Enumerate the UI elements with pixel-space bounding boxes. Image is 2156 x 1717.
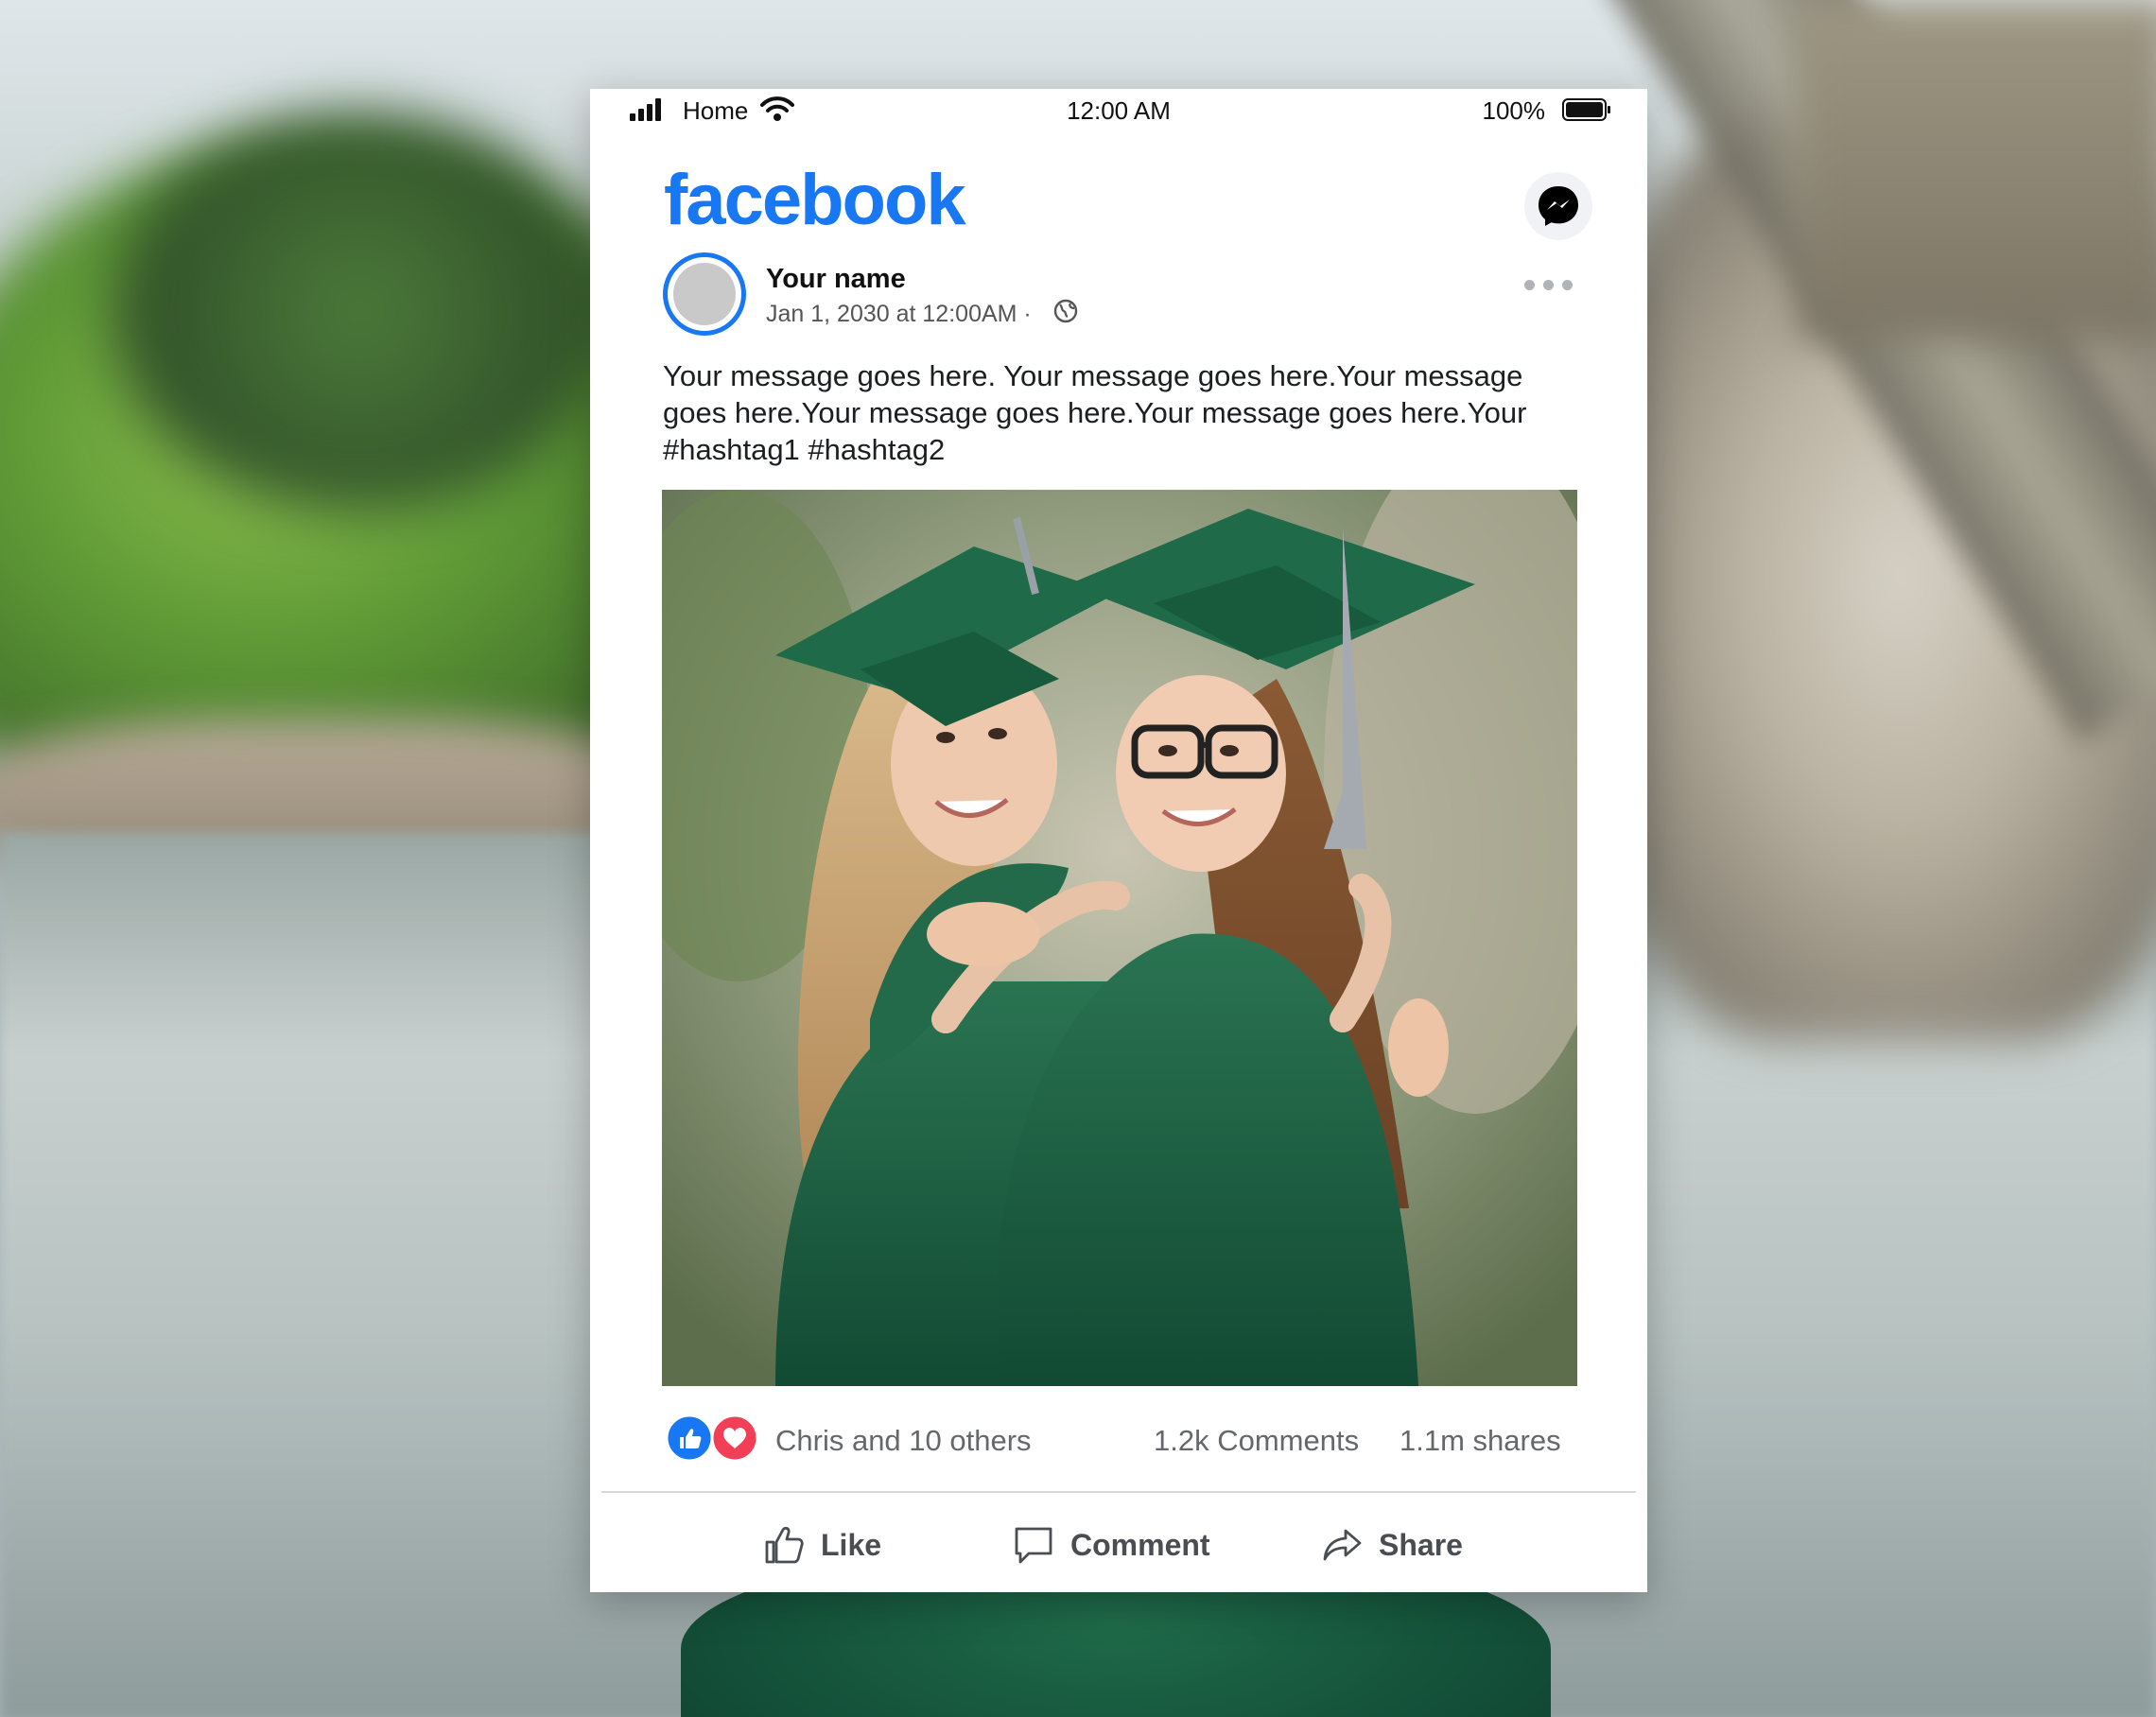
- phone-frame: Home 12:00 AM 100% facebook Your name Ja…: [590, 89, 1647, 1592]
- share-icon: [1323, 1529, 1362, 1561]
- battery-icon: [1562, 98, 1610, 121]
- facebook-logo[interactable]: facebook: [664, 159, 966, 241]
- avatar[interactable]: [663, 252, 746, 336]
- more-options-button[interactable]: [1524, 274, 1577, 297]
- messenger-button[interactable]: [1524, 172, 1592, 240]
- comment-label: Comment: [1070, 1527, 1210, 1562]
- status-bar: Home 12:00 AM 100%: [590, 89, 1647, 132]
- like-button[interactable]: Like: [762, 1507, 881, 1583]
- shares-count[interactable]: 1.1m shares: [1400, 1424, 1561, 1458]
- divider: [601, 1491, 1636, 1493]
- thumbs-up-icon: [765, 1526, 804, 1564]
- post-author[interactable]: Your name: [766, 264, 906, 295]
- graduates-illustration: [662, 490, 1577, 1386]
- like-label: Like: [821, 1527, 882, 1562]
- comment-button[interactable]: Comment: [1012, 1507, 1210, 1583]
- battery-percent: 100%: [1482, 96, 1546, 125]
- reactions-icons[interactable]: [664, 1413, 768, 1464]
- post-timestamp: Jan 1, 2030 at 12:00AM ·: [766, 301, 1032, 327]
- comments-count[interactable]: 1.2k Comments: [1154, 1424, 1359, 1458]
- globe-icon: [1053, 299, 1078, 323]
- comment-icon: [1015, 1527, 1052, 1564]
- share-label: Share: [1379, 1527, 1463, 1562]
- post-photo[interactable]: [662, 490, 1577, 1386]
- reactions-text[interactable]: Chris and 10 others: [775, 1424, 1032, 1458]
- share-button[interactable]: Share: [1320, 1507, 1463, 1583]
- post-message: Your message goes here. Your message goe…: [663, 359, 1527, 466]
- messenger-icon: [1539, 186, 1578, 226]
